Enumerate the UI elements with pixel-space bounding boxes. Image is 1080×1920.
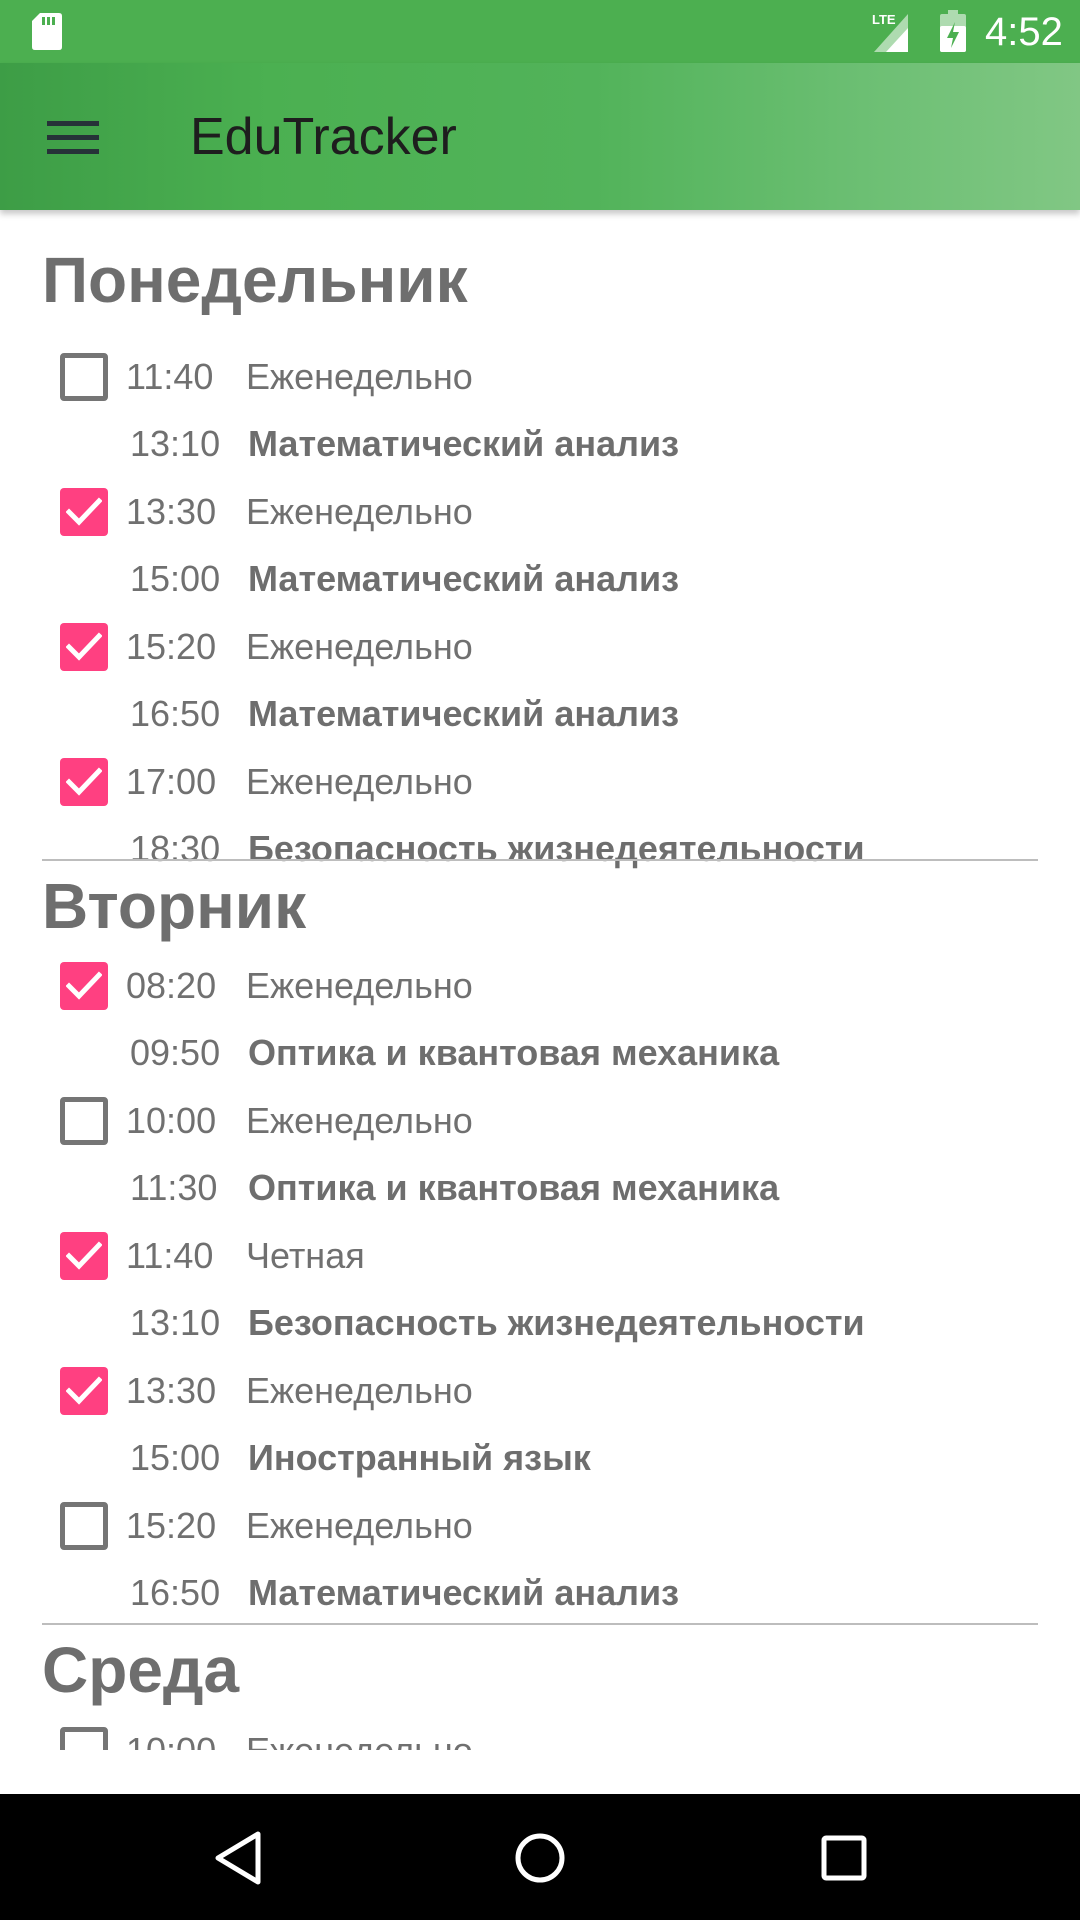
lesson-start-time: 10:00 bbox=[126, 1728, 216, 1750]
lesson-checkbox[interactable] bbox=[60, 623, 108, 671]
day-divider bbox=[42, 859, 1038, 861]
day-heading: Понедельник bbox=[42, 244, 468, 316]
lesson-end-time: 15:00 bbox=[130, 558, 221, 599]
lesson-start-time: 17:00 bbox=[126, 761, 217, 802]
checkmark-icon bbox=[66, 632, 102, 661]
home-icon bbox=[515, 1833, 565, 1883]
hamburger-menu-icon bbox=[47, 121, 99, 154]
battery-charging-icon bbox=[940, 10, 966, 52]
lesson-frequency: Еженедельно bbox=[246, 491, 473, 532]
lesson-end-time: 16:50 bbox=[130, 693, 221, 734]
lesson-frequency: Еженедельно bbox=[246, 1728, 473, 1750]
lesson-subject: Оптика и квантовая механика bbox=[248, 1167, 780, 1208]
lesson-start-time: 11:40 bbox=[126, 356, 214, 397]
lesson-frequency: Четная bbox=[246, 1235, 365, 1276]
day-section: Среда 10:00 Еженедельно bbox=[0, 1625, 1080, 1750]
checkmark-icon bbox=[66, 1376, 102, 1405]
lesson-end-time: 13:10 bbox=[130, 423, 221, 464]
schedule-list[interactable]: Понедельник 11:40 Еженедельно 13:10 Мате… bbox=[0, 210, 1080, 1750]
lesson-item: 17:00 Еженедельно 18:30 Безопасность жиз… bbox=[0, 735, 1080, 870]
lesson-start-time: 10:00 bbox=[126, 1100, 217, 1141]
lesson-item: 15:20 Еженедельно 16:50 Математический а… bbox=[0, 1479, 1080, 1614]
sd-card-icon bbox=[32, 13, 62, 50]
lesson-subject: Математический анализ bbox=[248, 693, 679, 734]
lesson-checkbox[interactable] bbox=[60, 353, 108, 401]
checkmark-icon bbox=[66, 1241, 102, 1270]
lte-signal-icon: LTE bbox=[872, 12, 908, 52]
checkmark-icon bbox=[66, 767, 102, 796]
lesson-end-time: 16:50 bbox=[130, 1572, 221, 1613]
lesson-subject: Математический анализ bbox=[248, 558, 679, 599]
lesson-end-time: 13:10 bbox=[130, 1302, 221, 1343]
status-clock: 4:52 bbox=[985, 10, 1063, 54]
lesson-item: 13:30 Еженедельно 15:00 Математический а… bbox=[0, 465, 1080, 600]
lesson-start-time: 13:30 bbox=[126, 491, 217, 532]
lesson-frequency: Еженедельно bbox=[246, 761, 473, 802]
lesson-end-time: 11:30 bbox=[130, 1167, 218, 1208]
lesson-start-time: 13:30 bbox=[126, 1370, 217, 1411]
lesson-subject: Математический анализ bbox=[248, 1572, 679, 1613]
lesson-checkbox[interactable] bbox=[60, 1367, 108, 1415]
lesson-item: 13:30 Еженедельно 15:00 Иностранный язык bbox=[0, 1344, 1080, 1479]
lesson-start-time: 11:40 bbox=[126, 1235, 214, 1276]
lesson-item: 10:00 Еженедельно 11:30 Оптика и квантов… bbox=[0, 1074, 1080, 1209]
lesson-item: 15:20 Еженедельно 16:50 Математический а… bbox=[0, 600, 1080, 735]
lesson-checkbox[interactable] bbox=[60, 1727, 108, 1750]
home-button[interactable] bbox=[495, 1820, 585, 1896]
back-icon bbox=[215, 1831, 261, 1885]
lesson-subject: Иностранный язык bbox=[248, 1437, 591, 1478]
day-heading: Вторник bbox=[42, 870, 307, 942]
lesson-start-time: 15:20 bbox=[126, 626, 217, 667]
lesson-frequency: Еженедельно bbox=[246, 1370, 473, 1411]
network-type-label: LTE bbox=[872, 12, 896, 27]
recents-button[interactable] bbox=[799, 1820, 889, 1896]
lesson-item: 11:40 Четная 13:10 Безопасность жизнедея… bbox=[0, 1209, 1080, 1344]
lesson-end-time: 09:50 bbox=[130, 1032, 221, 1073]
lesson-checkbox[interactable] bbox=[60, 758, 108, 806]
checkmark-icon bbox=[66, 971, 102, 1000]
checkmark-icon bbox=[66, 497, 102, 526]
navigation-bar bbox=[0, 1794, 1080, 1920]
lesson-subject: Безопасность жизнедеятельности bbox=[248, 1302, 865, 1343]
lesson-checkbox[interactable] bbox=[60, 1502, 108, 1550]
lesson-end-time: 15:00 bbox=[130, 1437, 221, 1478]
lesson-frequency: Еженедельно bbox=[246, 356, 473, 397]
status-bar: LTE 4:52 bbox=[0, 0, 1080, 63]
lesson-frequency: Еженедельно bbox=[246, 965, 473, 1006]
lesson-checkbox[interactable] bbox=[60, 1232, 108, 1280]
lesson-item: 08:20 Еженедельно 09:50 Оптика и квантов… bbox=[0, 939, 1080, 1074]
lesson-frequency: Еженедельно bbox=[246, 626, 473, 667]
app-title: EduTracker bbox=[190, 108, 457, 166]
lesson-subject: Безопасность жизнедеятельности bbox=[248, 828, 865, 869]
lesson-frequency: Еженедельно bbox=[246, 1100, 473, 1141]
app-screen: LTE 4:52 EduTracker Понедельник 11:40 Еж… bbox=[0, 0, 1080, 1920]
day-heading: Среда bbox=[42, 1634, 240, 1706]
lesson-subject: Математический анализ bbox=[248, 423, 679, 464]
app-toolbar: EduTracker bbox=[0, 63, 1080, 210]
lesson-checkbox[interactable] bbox=[60, 1097, 108, 1145]
lesson-start-time: 08:20 bbox=[126, 965, 217, 1006]
menu-button[interactable] bbox=[28, 95, 118, 179]
lesson-checkbox[interactable] bbox=[60, 962, 108, 1010]
lesson-start-time: 15:20 bbox=[126, 1505, 217, 1546]
recents-icon bbox=[821, 1835, 867, 1881]
lesson-frequency: Еженедельно bbox=[246, 1505, 473, 1546]
lesson-item: 11:40 Еженедельно 13:10 Математический а… bbox=[0, 330, 1080, 465]
lesson-checkbox[interactable] bbox=[60, 488, 108, 536]
lesson-item: 10:00 Еженедельно bbox=[0, 1704, 1080, 1750]
lesson-subject: Оптика и квантовая механика bbox=[248, 1032, 780, 1073]
back-button[interactable] bbox=[191, 1820, 281, 1896]
